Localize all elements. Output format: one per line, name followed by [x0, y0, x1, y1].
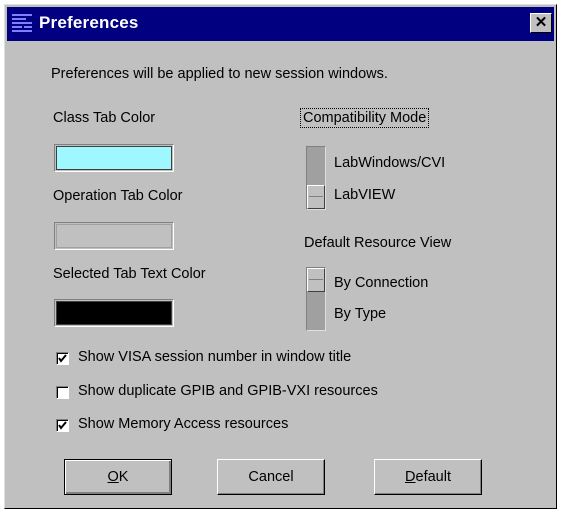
compatibility-option-labview[interactable]: LabVIEW	[334, 187, 395, 203]
ok-label-rest: K	[118, 469, 129, 485]
class-tab-color-swatch[interactable]	[54, 144, 174, 172]
operation-tab-color-fill	[56, 224, 172, 248]
compatibility-mode-thumb[interactable]	[307, 185, 325, 209]
cancel-button[interactable]: Cancel	[217, 459, 325, 495]
class-tab-color-fill	[56, 146, 172, 170]
selected-tab-text-color-swatch[interactable]	[54, 299, 174, 327]
check-icon	[58, 354, 67, 363]
close-button[interactable]: ✕	[530, 13, 552, 33]
resource-view-option-connection[interactable]: By Connection	[334, 275, 428, 291]
checkbox-duplicate-gpib-box[interactable]	[56, 386, 69, 399]
selected-tab-text-color-fill	[56, 301, 172, 325]
compatibility-mode-toggle[interactable]	[306, 146, 326, 210]
checkbox-memory-access-label[interactable]: Show Memory Access resources	[78, 416, 288, 432]
default-resource-view-label: Default Resource View	[304, 235, 452, 251]
close-icon: ✕	[534, 14, 548, 31]
intro-text: Preferences will be applied to new sessi…	[51, 66, 388, 82]
checkbox-duplicate-gpib[interactable]: Show duplicate GPIB and GPIB-VXI resourc…	[56, 383, 476, 403]
app-icon	[11, 12, 33, 34]
checkbox-session-number-label[interactable]: Show VISA session number in window title	[78, 349, 351, 365]
resource-view-toggle[interactable]	[306, 267, 326, 331]
default-mnemonic: D	[405, 469, 416, 485]
ok-button[interactable]: OK	[64, 459, 172, 495]
preferences-dialog: Preferences ✕ Preferences will be applie…	[4, 4, 557, 509]
cancel-label: Cancel	[248, 469, 294, 485]
operation-tab-color-swatch[interactable]	[54, 222, 174, 250]
resource-view-option-type[interactable]: By Type	[334, 306, 386, 322]
compatibility-mode-label: Compatibility Mode	[300, 108, 430, 128]
default-label-rest: efault	[415, 469, 451, 485]
operation-tab-color-label: Operation Tab Color	[53, 188, 183, 204]
compatibility-option-labwindows[interactable]: LabWindows/CVI	[334, 155, 445, 171]
checkbox-session-number-box[interactable]	[56, 352, 69, 365]
title-bar[interactable]: Preferences ✕	[7, 7, 554, 41]
check-icon	[58, 421, 67, 430]
checkbox-session-number[interactable]: Show VISA session number in window title	[56, 349, 476, 369]
ok-mnemonic: O	[107, 469, 119, 485]
checkbox-duplicate-gpib-label[interactable]: Show duplicate GPIB and GPIB-VXI resourc…	[78, 383, 378, 399]
resource-view-thumb[interactable]	[307, 268, 325, 292]
checkbox-memory-access[interactable]: Show Memory Access resources	[56, 416, 476, 436]
checkbox-memory-access-box[interactable]	[56, 419, 69, 432]
window-title: Preferences	[39, 13, 139, 32]
default-button[interactable]: Default	[374, 459, 482, 495]
class-tab-color-label: Class Tab Color	[53, 110, 156, 126]
selected-tab-text-color-label: Selected Tab Text Color	[53, 266, 206, 282]
